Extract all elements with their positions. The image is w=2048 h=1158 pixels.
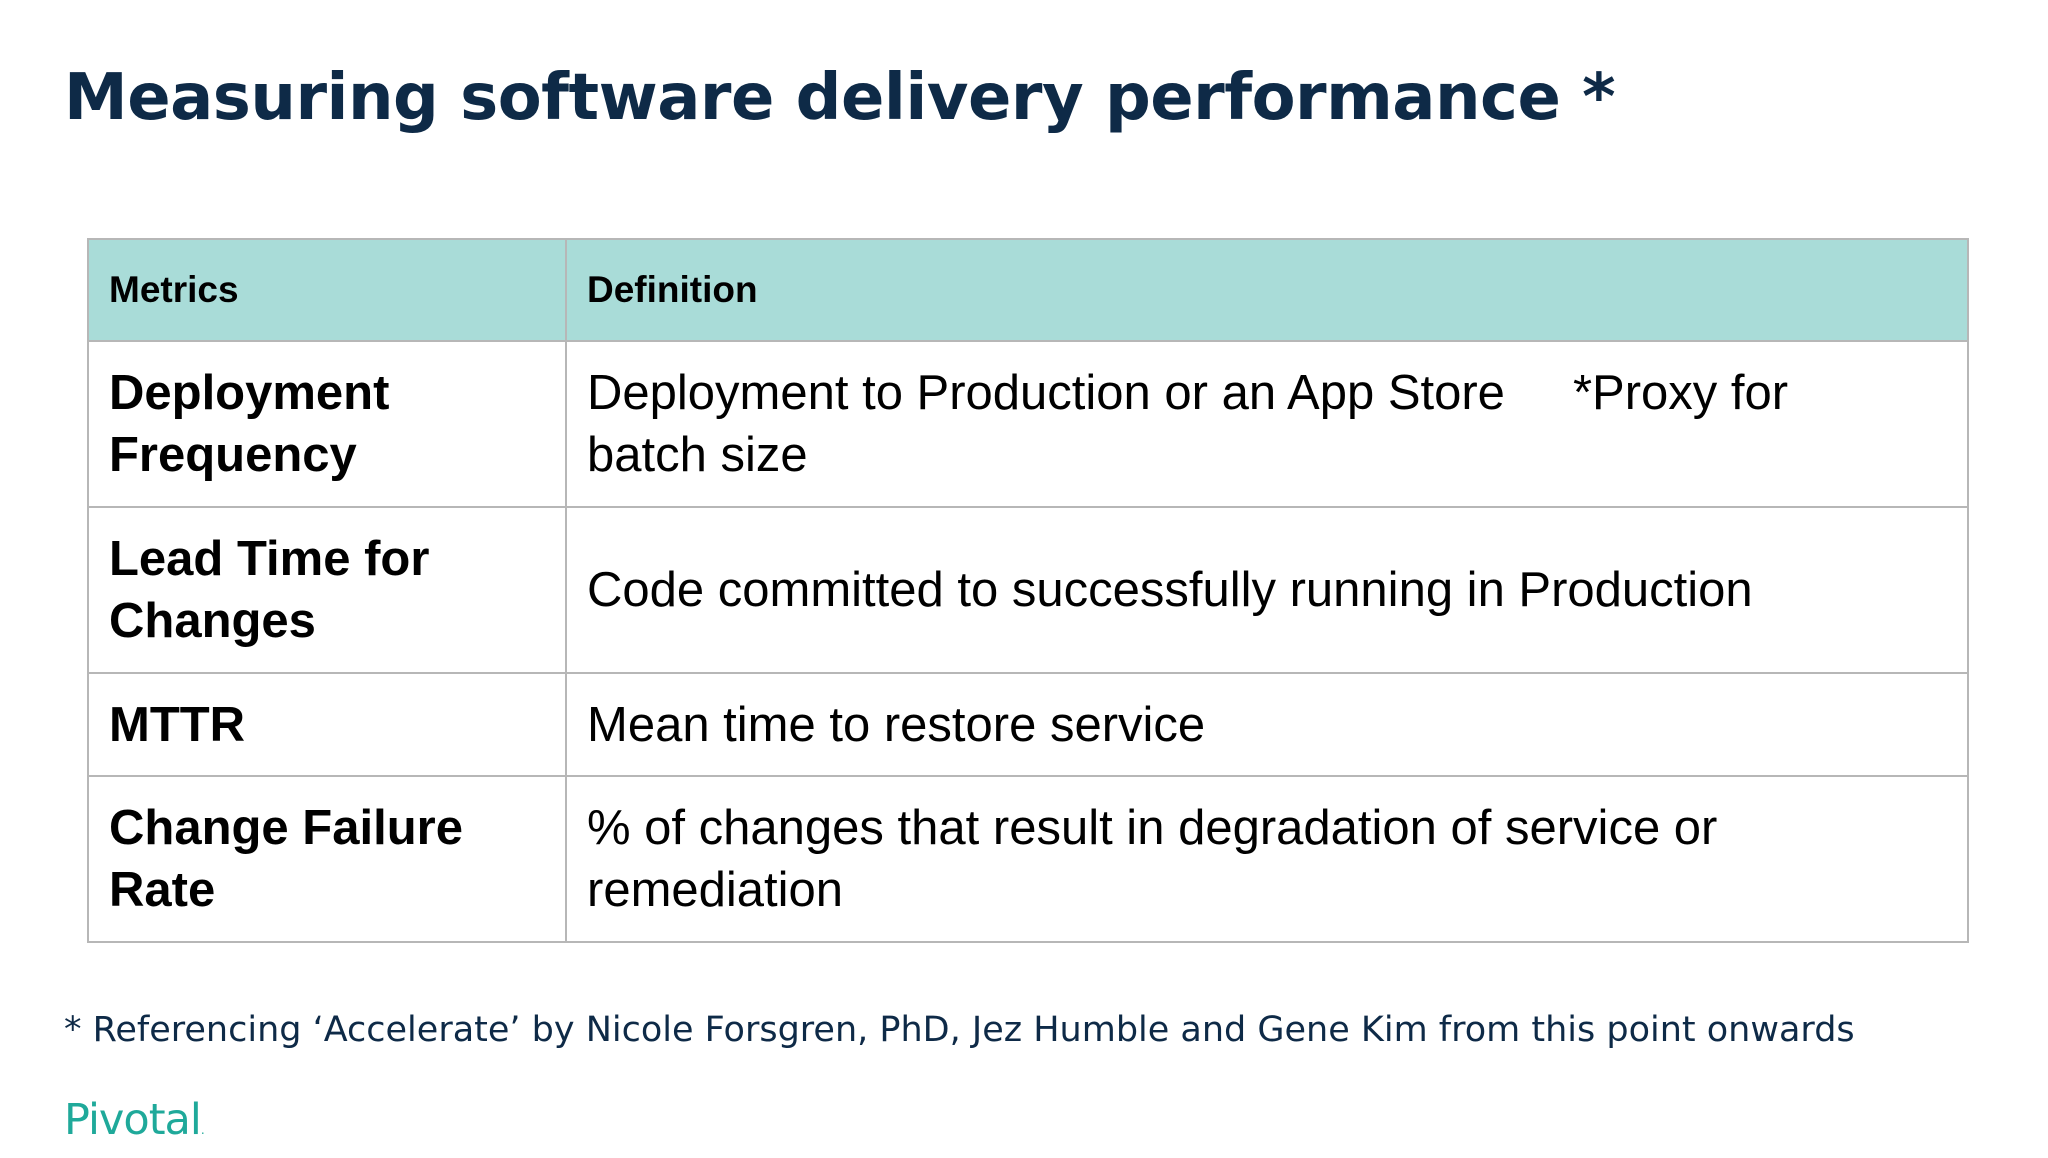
brand-name: Pivotal [64, 1095, 202, 1145]
metric-definition: Deployment to Production or an App Store… [565, 340, 1969, 508]
slide-title: Measuring software delivery performance … [64, 61, 1616, 135]
table-header-row: Metrics Definition [87, 238, 1969, 342]
table-row: Change Failure Rate % of changes that re… [87, 775, 1969, 943]
metric-name: Deployment Frequency [87, 340, 567, 508]
metric-name: Change Failure Rate [87, 775, 567, 943]
metric-definition: % of changes that result in degradation … [565, 775, 1969, 943]
table-row: Deployment Frequency Deployment to Produ… [87, 340, 1969, 508]
metric-name: Lead Time for Changes [87, 506, 567, 674]
metric-definition: Code committed to successfully running i… [565, 506, 1969, 674]
metric-name: MTTR [87, 672, 567, 777]
pivotal-logo: Pivotal. [64, 1092, 205, 1158]
metric-definition: Mean time to restore service [565, 672, 1969, 777]
header-definition: Definition [565, 238, 1969, 342]
definition-text-continued: batch size [587, 428, 808, 482]
definition-note: *Proxy for [1572, 366, 1789, 420]
definition-text: Deployment to Production or an App Store [587, 366, 1505, 420]
brand-dot: . [200, 1123, 205, 1137]
header-metrics: Metrics [87, 238, 567, 342]
footnote: * Referencing ‘Accelerate’ by Nicole For… [64, 1010, 1855, 1050]
table-row: Lead Time for Changes Code committed to … [87, 506, 1969, 674]
metrics-table: Metrics Definition Deployment Frequency … [87, 238, 1969, 943]
table-row: MTTR Mean time to restore service [87, 672, 1969, 777]
